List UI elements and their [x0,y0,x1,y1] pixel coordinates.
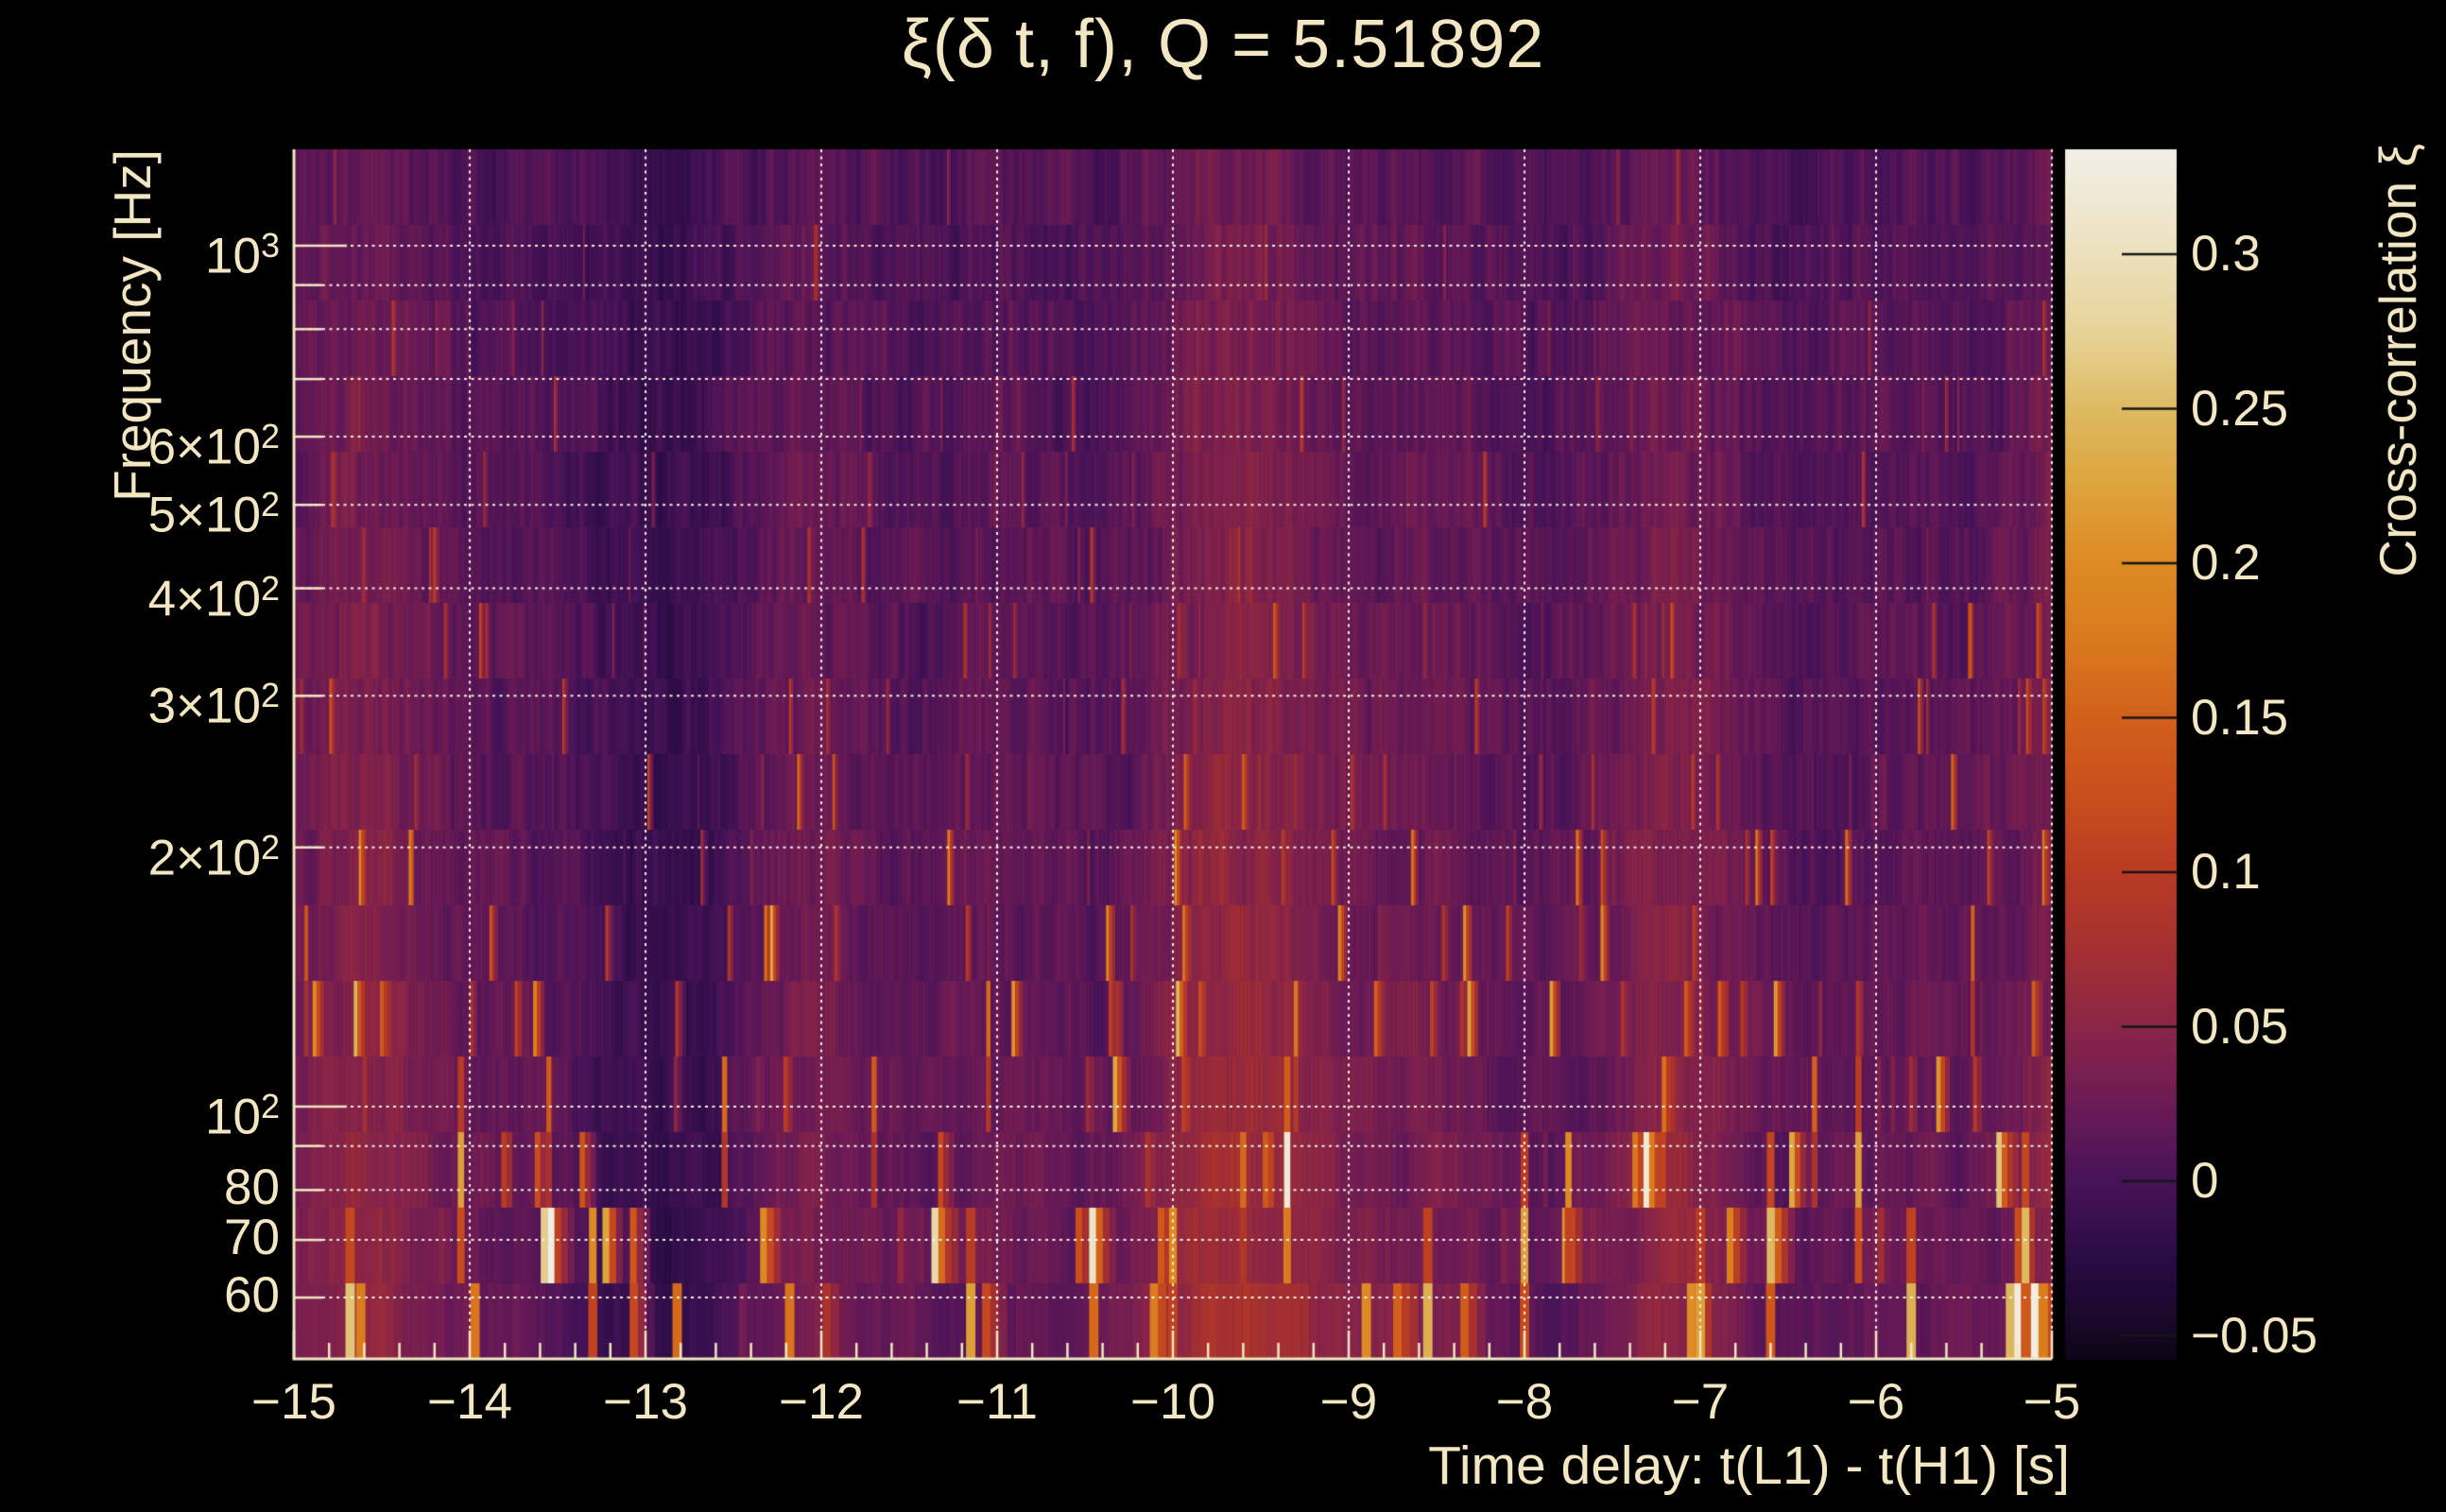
colorbar-tick-label: 0.2 [2191,537,2261,590]
y-tick-label: 5×102 [0,476,280,542]
y-tick-label: 70 [0,1211,280,1264]
y-tick-label: 4×102 [0,560,280,627]
x-tick-label: −7 [1672,1376,1729,1429]
x-tick-label: −15 [251,1376,336,1429]
colorbar-tick-label: 0.1 [2191,846,2261,899]
y-tick-label: 6×102 [0,408,280,474]
colorbar-tick-label: 0.15 [2191,692,2288,745]
page-title: ξ(δ t, f), Q = 5.51892 [0,6,2446,83]
y-tick-label: 2×102 [0,819,280,885]
colorbar-tick-label: −0.05 [2191,1310,2317,1363]
x-tick-label: −11 [956,1376,1038,1429]
x-tick-label: −5 [2024,1376,2080,1429]
colorbar-tick-label: 0 [2191,1155,2218,1208]
colorbar-tick-label: 0.25 [2191,383,2288,436]
y-tick-label: 60 [0,1269,280,1322]
y-tick-label: 3×102 [0,667,280,733]
y-tick-label: 103 [0,217,280,284]
y-tick-label: 102 [0,1078,280,1144]
x-tick-label: −13 [603,1376,688,1429]
x-tick-label: −14 [427,1376,512,1429]
colorbar-tick-label: 0.05 [2191,1001,2288,1054]
heatmap-canvas [0,0,2446,1512]
colorbar-tick-label: 0.3 [2191,228,2261,281]
y-tick-label: 80 [0,1161,280,1214]
x-axis-title: Time delay: t(L1) - t(H1) [s] [1428,1435,2070,1497]
x-tick-label: −9 [1320,1376,1377,1429]
x-tick-label: −8 [1496,1376,1553,1429]
x-tick-label: −12 [779,1376,864,1429]
x-tick-label: −6 [1848,1376,1904,1429]
x-tick-label: −10 [1130,1376,1215,1429]
colorbar-title: Cross-correlation ξ [2368,144,2428,577]
root-figure-page: ξ(δ t, f), Q = 5.51892 Frequency [Hz] Ti… [0,0,2446,1512]
